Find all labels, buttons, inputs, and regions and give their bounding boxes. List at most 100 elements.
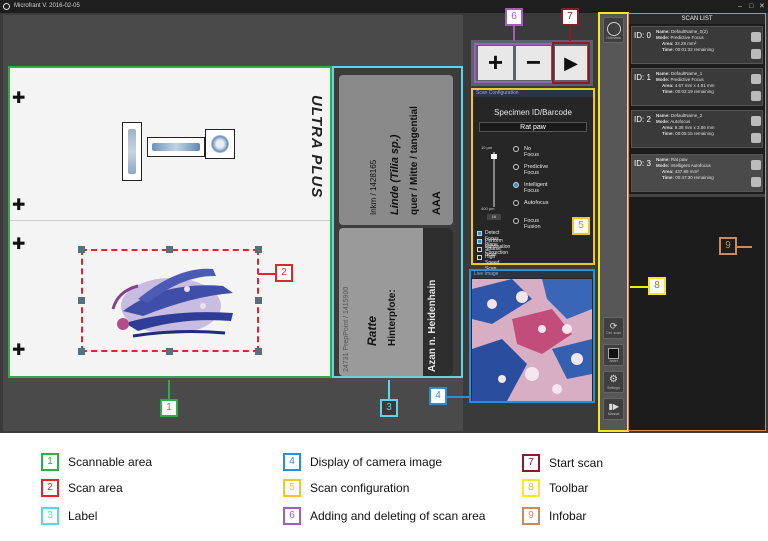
legend-number: 3 — [41, 507, 59, 525]
settings-button[interactable]: ⚙ Settings — [603, 371, 624, 393]
radio-button[interactable] — [513, 164, 519, 170]
edit-scan-icon[interactable] — [751, 177, 761, 187]
field-label: Mode: — [656, 163, 670, 168]
checkbox-checked[interactable] — [477, 239, 482, 244]
legend-label: Start scan — [549, 456, 604, 470]
scan-mode: Predictive Focus — [670, 35, 704, 40]
maximize-button[interactable]: □ — [749, 0, 753, 13]
scan-id: ID: 3 — [634, 159, 651, 168]
infobar: SCAN LIST ID: 0 Name: DefaultName_0(2) M… — [628, 13, 766, 431]
legend-item: 2 Scan area — [41, 479, 123, 497]
ctrl-scan-button[interactable]: ⟳ Ctrl. scan — [603, 317, 624, 339]
callout-8-arrow — [630, 286, 648, 288]
callout-6-line — [513, 26, 515, 41]
scan-id: ID: 1 — [634, 73, 651, 82]
scan-mode: Predictive Focus — [670, 77, 704, 82]
specimen-id-input[interactable]: Rat paw — [479, 122, 587, 132]
checkbox[interactable] — [477, 247, 482, 252]
delete-scan-icon[interactable] — [751, 74, 761, 84]
callout-2-arrow — [258, 273, 275, 275]
scan-id: ID: 0 — [634, 31, 651, 40]
toolbar-button-label: Abort — [609, 359, 618, 363]
legend-label: Scan area — [68, 481, 123, 495]
abort-button[interactable]: Abort — [603, 344, 624, 366]
legend-label: Adding and deleting of scan area — [310, 509, 486, 523]
radio-button[interactable] — [513, 146, 519, 152]
focus-option-label: Focus Fusion — [524, 218, 541, 230]
legend-number: 9 — [522, 507, 540, 525]
minimize-button[interactable]: ‒ — [738, 0, 742, 13]
slider-top-label: 10 µm — [481, 145, 493, 150]
legend-number: 2 — [41, 479, 59, 497]
scan-list-item[interactable]: ID: 0 Name: DefaultName_0(2) Mode: Predi… — [631, 26, 763, 64]
radio-button[interactable] — [513, 218, 519, 224]
callout-8: 8 — [648, 277, 666, 295]
overview-button[interactable]: Overview — [603, 17, 624, 43]
scan-list-item[interactable]: ID: 1 Name: DefaultName_1 Mode: Predicti… — [631, 68, 763, 106]
slice-slider-track[interactable] — [493, 152, 495, 207]
edit-scan-icon[interactable] — [751, 91, 761, 101]
manual-button[interactable]: ▮▶ Manual — [603, 398, 624, 420]
toolbar-button-label: Manual — [607, 412, 620, 416]
legend-item: 3 Label — [41, 507, 97, 525]
legend-number: 8 — [522, 479, 540, 497]
scan-name: DefaultName_2 — [671, 113, 703, 118]
scan-area-value: 9.38 mm x 3.56 mm — [674, 125, 715, 130]
legend-number: 5 — [283, 479, 301, 497]
scan-time: 00:47:30 remaining — [675, 175, 714, 180]
field-label: Name: — [656, 157, 670, 162]
checkbox-checked[interactable] — [477, 231, 482, 236]
edit-scan-icon[interactable] — [751, 133, 761, 143]
slider-value[interactable]: 16 — [487, 214, 501, 220]
field-label: Time: — [662, 47, 674, 52]
window-title: Microfrant V. 2016-02-05 — [14, 3, 80, 9]
scan-name: DefaultName_0(2) — [671, 29, 708, 34]
slide-viewer: ✚ ✚ ✚ ✚ ULTRA PLUS Inkm / 1428165 Linde … — [3, 15, 463, 431]
legend-item: 7 Start scan — [522, 454, 603, 472]
edit-scan-icon[interactable] — [751, 49, 761, 59]
legend-label: Toolbar — [549, 481, 589, 495]
scan-id: ID: 2 — [634, 115, 651, 124]
scan-mode: Intelligent Autofocus — [670, 163, 711, 168]
field-label: Name: — [656, 71, 670, 76]
legend-number: 7 — [522, 454, 540, 472]
legend-item: 5 Scan configuration — [283, 479, 409, 497]
field-label: Time: — [662, 131, 674, 136]
label-highlight — [332, 66, 463, 378]
close-button[interactable]: ✕ — [759, 0, 765, 13]
scan-list-scrollbar[interactable] — [629, 194, 765, 197]
start-scan-button[interactable]: ▶ — [555, 46, 587, 80]
scan-time: 00:05:15 remaining — [675, 131, 714, 136]
callout-1: 1 — [160, 399, 178, 417]
checkbox[interactable] — [477, 255, 482, 260]
delete-scan-icon[interactable] — [751, 116, 761, 126]
toolbar-button-label: Overview — [606, 36, 621, 40]
delete-scan-icon[interactable] — [751, 32, 761, 42]
slice-slider-thumb[interactable] — [491, 154, 497, 159]
add-scan-area-button[interactable]: + — [478, 46, 513, 80]
legend-label: Label — [68, 509, 98, 523]
app-logo-icon — [3, 3, 10, 10]
field-label: Name: — [656, 29, 670, 34]
scan-area-value: 4.67 mm x 4.91 mm — [674, 83, 715, 88]
camera-image — [472, 279, 592, 401]
legend-item: 9 Infobar — [522, 507, 586, 525]
radio-button[interactable] — [513, 200, 519, 206]
legend-label: Scannable area — [68, 455, 153, 469]
scan-config-header: Scan Configuration — [473, 90, 593, 97]
field-label: Area: — [662, 41, 674, 46]
stop-icon — [608, 348, 619, 359]
focus-option-label: Autofocus — [524, 200, 549, 206]
legend-number: 1 — [41, 453, 59, 471]
specimen-id-title: Specimen ID/Barcode — [494, 108, 572, 117]
remove-scan-area-button[interactable]: − — [516, 46, 551, 80]
delete-scan-icon[interactable] — [751, 160, 761, 170]
field-label: Mode: — [656, 35, 670, 40]
callout-7-line — [569, 26, 571, 41]
callout-2: 2 — [275, 264, 293, 282]
app-window: Microfrant V. 2016-02-05 ‒ □ ✕ ✚ ✚ ✚ ✚ U… — [0, 0, 768, 433]
radio-button-selected[interactable] — [513, 182, 519, 188]
scan-list-item[interactable]: ID: 2 Name: DefaultName_2 Mode: Autofocu… — [631, 110, 763, 148]
scan-list-item-selected[interactable]: ID: 3 Name: Rat paw Mode: Intelligent Au… — [631, 154, 763, 192]
camera-image-panel: Live Image — [469, 269, 595, 403]
